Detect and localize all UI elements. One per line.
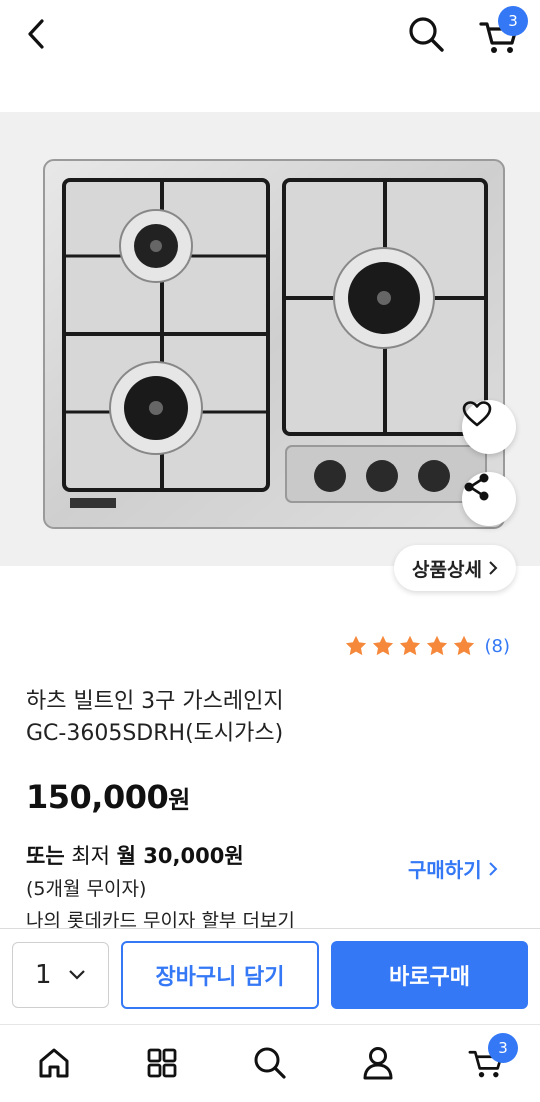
card-installment-more-link[interactable]: 나의 롯데카드 무이자 할부 더보기 xyxy=(26,906,295,930)
installment-min-label: 최저 xyxy=(71,844,110,868)
chevron-right-icon xyxy=(488,861,498,876)
top-bar: 3 xyxy=(0,0,540,72)
product-detail-label: 상품상세 xyxy=(412,558,482,581)
nav-search[interactable] xyxy=(248,1043,292,1083)
star-icon xyxy=(345,635,366,656)
installment-buy-link[interactable]: 구매하기 xyxy=(408,854,498,883)
chevron-right-icon xyxy=(489,561,498,575)
back-button[interactable] xyxy=(18,14,54,54)
nav-category[interactable] xyxy=(140,1043,184,1083)
purchase-bar: 1 장바구니 담기 바로구매 xyxy=(0,928,540,1024)
share-icon xyxy=(464,473,489,501)
person-icon xyxy=(363,1047,393,1080)
quantity-value: 1 xyxy=(35,960,52,990)
star-icon xyxy=(426,635,447,656)
search-icon xyxy=(254,1047,286,1079)
bottom-navigation: 3 xyxy=(0,1024,540,1102)
nav-cart[interactable]: 3 xyxy=(464,1033,518,1083)
product-title: 하츠 빌트인 3구 가스레인지 GC-3605SDRH(도시가스) xyxy=(26,686,506,750)
installment-prefix: 또는 xyxy=(26,844,65,868)
search-icon xyxy=(409,17,444,52)
star-icon xyxy=(372,635,393,656)
star-icon xyxy=(453,635,474,656)
cart-button[interactable]: 3 xyxy=(474,6,528,56)
product-detail-button[interactable]: 상품상세 xyxy=(394,545,516,591)
chevron-left-icon xyxy=(28,19,44,49)
grid-icon xyxy=(147,1048,177,1078)
installment-months: (5개월 무이자) xyxy=(26,878,147,900)
review-count[interactable]: (8) xyxy=(485,636,511,657)
cart-count-badge: 3 xyxy=(498,6,528,36)
product-title-line2: GC-3605SDRH(도시가스) xyxy=(26,721,284,746)
product-image-gallery[interactable] xyxy=(0,112,540,566)
price-number: 150,000 xyxy=(26,778,169,816)
product-price: 150,000원 xyxy=(26,778,190,816)
product-image xyxy=(43,159,505,529)
nav-cart-count-badge: 3 xyxy=(488,1033,518,1063)
nav-my-page[interactable] xyxy=(356,1043,400,1083)
product-title-line1: 하츠 빌트인 3구 가스레인지 xyxy=(26,689,284,714)
search-button[interactable] xyxy=(404,12,448,56)
wishlist-button[interactable] xyxy=(462,400,516,454)
nav-home[interactable] xyxy=(32,1043,76,1083)
buy-now-button[interactable]: 바로구매 xyxy=(331,941,528,1009)
quantity-select[interactable]: 1 xyxy=(12,942,109,1008)
chevron-down-icon xyxy=(69,970,85,980)
price-unit: 원 xyxy=(168,786,190,814)
rating-summary[interactable]: (8) xyxy=(344,634,511,658)
share-button[interactable] xyxy=(462,472,516,526)
home-icon xyxy=(39,1048,69,1078)
installment-buy-label: 구매하기 xyxy=(408,858,482,882)
heart-icon xyxy=(462,401,492,427)
installment-monthly: 월 30,000원 xyxy=(116,844,244,868)
star-icon xyxy=(399,635,420,656)
add-to-cart-button[interactable]: 장바구니 담기 xyxy=(121,941,319,1009)
installment-summary: 또는 최저 월 30,000원 xyxy=(26,840,244,870)
